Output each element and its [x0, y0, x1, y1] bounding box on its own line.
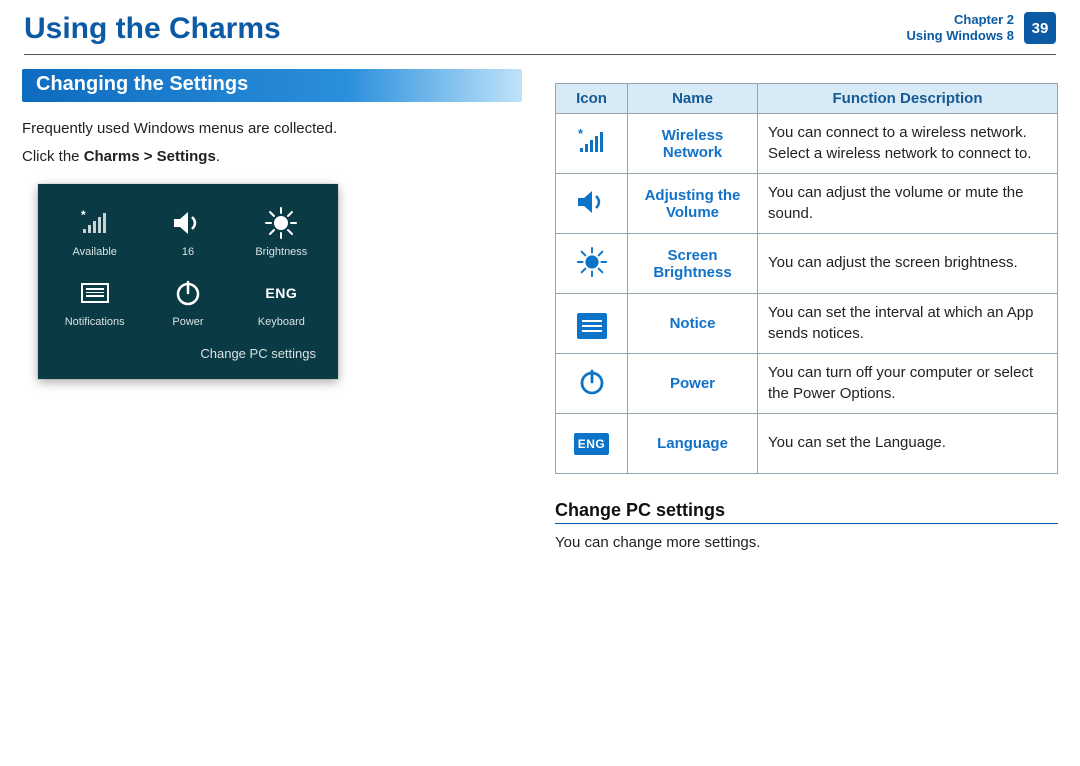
left-column: Changing the Settings Frequently used Wi… [22, 69, 525, 551]
table-row: Power You can turn off your computer or … [556, 354, 1058, 414]
chapter-label: Chapter 2 [907, 12, 1015, 28]
wireless-icon: * [73, 206, 117, 240]
table-row: ENG Language You can set the Language. [556, 414, 1058, 474]
charm-volume-label: 16 [145, 246, 230, 258]
row-name: Notice [628, 294, 758, 354]
language-icon: ENG [574, 433, 610, 455]
intro-click-prefix: Click the [22, 148, 84, 165]
charm-wireless[interactable]: * Available [52, 206, 137, 258]
header-right: Chapter 2 Using Windows 8 39 [907, 12, 1057, 45]
row-desc: You can set the interval at which an App… [758, 294, 1058, 354]
notice-icon [577, 313, 607, 339]
charm-notifications[interactable]: Notifications [52, 276, 137, 328]
charm-brightness[interactable]: Brightness [239, 206, 324, 258]
change-pc-settings-link[interactable]: Change PC settings [52, 328, 324, 365]
row-desc: You can connect to a wireless network. S… [758, 114, 1058, 174]
brightness-icon [576, 246, 608, 278]
volume-icon [166, 206, 210, 240]
row-name: Power [628, 354, 758, 414]
table-row: * Wireless Network You can connect to a … [556, 114, 1058, 174]
wireless-icon: * [574, 128, 610, 156]
notifications-icon [73, 276, 117, 310]
volume-icon [575, 188, 609, 216]
row-desc: You can turn off your computer or select… [758, 354, 1058, 414]
header-context: Chapter 2 Using Windows 8 [907, 12, 1015, 45]
row-name: Adjusting the Volume [628, 174, 758, 234]
charm-brightness-label: Brightness [239, 246, 324, 258]
row-name: Screen Brightness [628, 234, 758, 294]
subsection-text: You can change more settings. [555, 534, 1058, 551]
header-divider [24, 54, 1056, 55]
page-title: Using the Charms [24, 12, 281, 46]
subsection-heading: Change PC settings [555, 500, 1058, 524]
section-label: Using Windows 8 [907, 28, 1015, 44]
table-row: Notice You can set the interval at which… [556, 294, 1058, 354]
functions-table: Icon Name Function Description * Wireles… [555, 83, 1058, 474]
row-name: Language [628, 414, 758, 474]
charm-notifications-label: Notifications [52, 316, 137, 328]
th-name: Name [628, 84, 758, 114]
charm-volume[interactable]: 16 [145, 206, 230, 258]
page-number-badge: 39 [1024, 12, 1056, 44]
charm-power[interactable]: Power [145, 276, 230, 328]
table-row: Screen Brightness You can adjust the scr… [556, 234, 1058, 294]
right-column: Icon Name Function Description * Wireles… [555, 69, 1058, 551]
power-icon [577, 367, 607, 397]
power-icon [166, 276, 210, 310]
row-desc: You can set the Language. [758, 414, 1058, 474]
th-func: Function Description [758, 84, 1058, 114]
section-banner: Changing the Settings [22, 69, 522, 102]
table-row: Adjusting the Volume You can adjust the … [556, 174, 1058, 234]
svg-text:*: * [81, 209, 86, 222]
row-desc: You can adjust the screen brightness. [758, 234, 1058, 294]
intro-click-path: Charms > Settings [84, 148, 216, 165]
th-icon: Icon [556, 84, 628, 114]
brightness-icon [259, 206, 303, 240]
charm-power-label: Power [145, 316, 230, 328]
page-header: Using the Charms Chapter 2 Using Windows… [0, 0, 1080, 54]
charm-wireless-label: Available [52, 246, 137, 258]
charms-settings-panel: * Available 16 [38, 184, 338, 379]
keyboard-icon-text: ENG [265, 285, 297, 301]
row-name: Wireless Network [628, 114, 758, 174]
charm-keyboard[interactable]: ENG Keyboard [239, 276, 324, 328]
svg-text:*: * [578, 128, 584, 141]
row-desc: You can adjust the volume or mute the so… [758, 174, 1058, 234]
intro-click-suffix: . [216, 148, 220, 165]
intro-line-1: Frequently used Windows menus are collec… [22, 118, 525, 140]
keyboard-icon: ENG [259, 276, 303, 310]
intro-line-2: Click the Charms > Settings. [22, 146, 525, 168]
charm-keyboard-label: Keyboard [239, 316, 324, 328]
